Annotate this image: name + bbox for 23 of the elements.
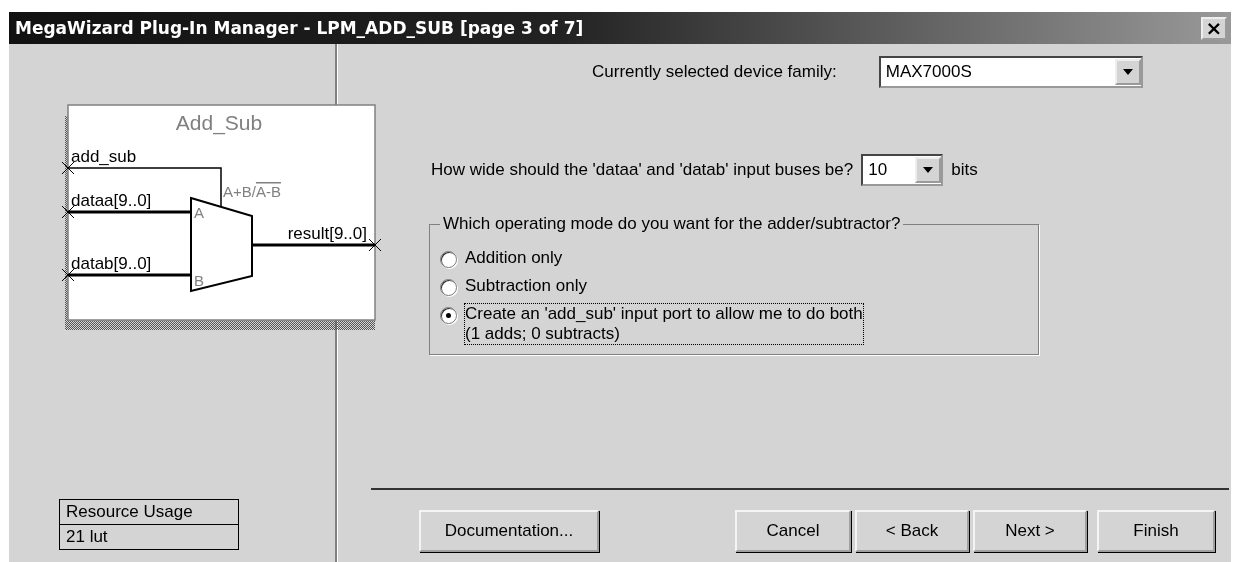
radio-button[interactable] xyxy=(440,307,457,324)
back-button[interactable]: < Back xyxy=(855,510,969,552)
documentation-button[interactable]: Documentation... xyxy=(419,510,599,552)
bus-width-label: How wide should the 'dataa' and 'datab' input buses be? xyxy=(431,160,854,180)
close-button[interactable]: × xyxy=(1201,16,1227,40)
operating-mode-legend: Which operating mode do you want for the adder/subtractor? xyxy=(440,214,904,234)
radio-label[interactable]: Addition only xyxy=(465,248,563,268)
finish-button[interactable]: Finish xyxy=(1097,510,1215,552)
next-button[interactable]: Next > xyxy=(973,510,1087,552)
cancel-button[interactable]: Cancel xyxy=(735,510,851,552)
radio-button[interactable] xyxy=(440,279,457,296)
device-family-dropdown[interactable]: MAX7000S xyxy=(878,56,1143,88)
radio-label[interactable]: Create an 'add_sub' input port to allow me to do both (1 adds; 0 subtracts) xyxy=(465,304,863,344)
dropdown-arrow-icon xyxy=(1121,68,1134,76)
resource-usage-heading: Resource Usage xyxy=(60,500,238,525)
radio-label[interactable]: Subtraction only xyxy=(465,276,587,296)
window-title: MegaWizard Plug-In Manager - LPM_ADD_SUB [page 3 of 7] xyxy=(15,18,584,38)
device-family-label: Currently selected device family: xyxy=(592,62,837,82)
bus-width-dropdown[interactable]: 10 xyxy=(861,154,944,186)
radio-button[interactable] xyxy=(440,251,457,268)
resource-usage-value: 21 lut xyxy=(65,526,109,548)
bits-label: bits xyxy=(951,160,978,180)
dropdown-arrow-icon xyxy=(922,166,935,174)
